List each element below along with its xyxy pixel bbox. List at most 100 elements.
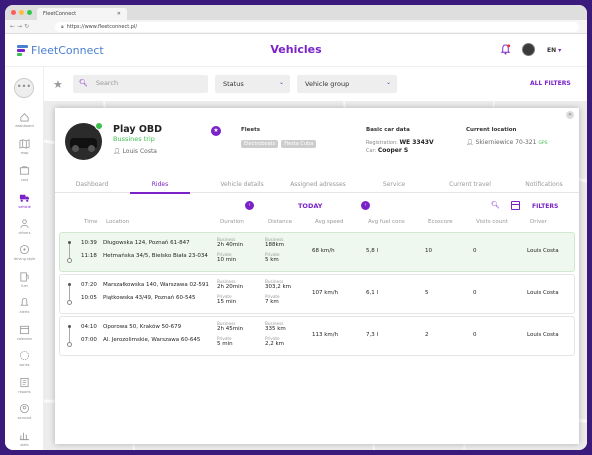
sidebar-item-label: vehicle [18, 205, 31, 209]
status-select-label: Status [223, 80, 244, 88]
vehicle-group-select[interactable]: Vehicle group ⌄ [297, 75, 397, 93]
trip-type: Bussines trip [113, 135, 155, 143]
ride-duration-private: 15 min [217, 299, 237, 305]
column-header-duration[interactable]: Duration [220, 219, 244, 225]
language-selector[interactable]: EN ▾ [547, 47, 561, 54]
lock-icon: 🔒︎ [61, 24, 64, 30]
tab-service[interactable]: Service [357, 181, 431, 188]
bell-icon [20, 297, 29, 306]
chevron-down-icon: ▾ [558, 47, 562, 54]
tab-assigned-adresses[interactable]: Assigned adresses [281, 181, 355, 188]
stats-icon [19, 432, 30, 441]
ride-driver[interactable]: Louis Costa [527, 290, 559, 296]
ride-row[interactable]: 07:20 10:05 Marszałkowska 140, Warszawa 02… [59, 274, 575, 314]
calendar-icon[interactable] [511, 201, 520, 210]
ride-row[interactable]: 04:10 07:00 Oporowa 50, Kraków 50-679 Al. J… [59, 316, 575, 356]
browser-tab[interactable]: FleetConnect ✕ [37, 8, 127, 20]
forward-icon[interactable]: → [17, 23, 24, 30]
ride-row[interactable]: 10:39 11:18 Długowska 124, Poznań 61-847 He… [59, 232, 575, 272]
map-icon [19, 139, 30, 149]
ride-end-location: Piątkowska 43/49, Poznań 60-545 [103, 295, 196, 301]
active-tab-indicator [130, 192, 190, 194]
sidebar-item-driving-style[interactable]: driving style [5, 244, 44, 261]
notification-bell-icon[interactable] [500, 44, 511, 55]
registration-label: Registration: [366, 140, 398, 146]
fleet-chip[interactable]: Electroboats [241, 140, 279, 148]
column-header-avg-speed[interactable]: Avg speed [315, 219, 344, 225]
timeline-line [69, 244, 70, 258]
zone-icon [19, 350, 30, 361]
sidebar-item-label: alerts [19, 310, 30, 314]
sidebar-item-cost[interactable]: cost [5, 165, 44, 182]
column-header-visits[interactable]: Visits count [476, 219, 508, 225]
close-panel-icon[interactable]: ✕ [566, 111, 574, 119]
ride-start-location: Oporowa 50, Kraków 50-679 [103, 324, 182, 330]
timeline-end-icon [67, 258, 72, 263]
user-avatar[interactable] [522, 43, 535, 56]
sidebar-item-calendar[interactable]: calendar [5, 324, 44, 341]
ride-avg-speed: 68 km/h [312, 248, 335, 254]
sidebar-item-alerts[interactable]: alerts [5, 297, 44, 314]
report-icon [20, 377, 29, 388]
all-filters-button[interactable]: ALL FILTERS [530, 80, 571, 87]
detail-tabs: Dashboard Rides Vehicle details Assigned… [55, 176, 581, 194]
browser-address-bar: ←→↻ 🔒︎ https://www.fleetconnect.pl/ [5, 20, 587, 34]
account-icon [19, 403, 30, 414]
ride-distance-business: 188km [265, 242, 285, 248]
sidebar-item-stats[interactable]: stats [5, 430, 44, 447]
ride-end-location: Al. Jerozolimskie, Warszawa 60-645 [103, 337, 201, 343]
ride-start-time: 10:39 [81, 240, 97, 246]
previous-day-button[interactable]: ‹ [245, 201, 254, 210]
ride-driver[interactable]: Louis Costa [527, 332, 559, 338]
search-input[interactable]: 🔍︎ Search [73, 75, 208, 93]
tab-vehicle-details[interactable]: Vehicle details [205, 181, 279, 188]
column-header-ecoscore[interactable]: Ecoscore [428, 219, 453, 225]
sidebar-item-label: account [17, 416, 32, 420]
sidebar-item-dashboard[interactable]: dashboard [5, 111, 44, 128]
rides-filters-button[interactable]: FILTERS [532, 203, 558, 210]
column-header-driver[interactable]: Driver [530, 219, 547, 225]
steering-icon [19, 244, 30, 255]
favorites-star-icon[interactable]: ★ [53, 78, 63, 91]
tab-dashboard[interactable]: Dashboard [55, 181, 129, 188]
column-header-time[interactable]: Time [84, 219, 97, 225]
sidebar-item-account[interactable]: account [5, 403, 44, 420]
fleet-chip[interactable]: Fiesta Cuba [281, 140, 317, 148]
favorite-star-icon[interactable]: ★ [211, 126, 221, 136]
tab-rides[interactable]: Rides [123, 181, 197, 188]
maximize-window-icon[interactable] [27, 10, 32, 15]
url-field[interactable]: 🔒︎ https://www.fleetconnect.pl/ [55, 22, 579, 32]
sidebar-item-vehicle[interactable]: vehicle [5, 192, 44, 209]
tab-notifications[interactable]: Notifications [507, 181, 581, 188]
date-label: TODAY [298, 202, 323, 210]
column-header-avg-fuel[interactable]: Avg fuel cons [368, 219, 405, 225]
close-window-icon[interactable] [11, 10, 16, 15]
ride-distance-private: 2,2 km [265, 341, 285, 347]
back-icon[interactable]: ← [10, 23, 17, 30]
sidebar-item-reports[interactable]: reports [5, 377, 44, 394]
sidebar-item-fuel[interactable]: fuel [5, 271, 44, 288]
sidebar-item-label: map [20, 151, 29, 155]
column-header-location[interactable]: Location [106, 219, 129, 225]
sidebar-menu-button[interactable]: ••• [14, 78, 34, 98]
sidebar-item-drivers[interactable]: drivers [5, 218, 44, 235]
car-value: Cooper S [377, 147, 409, 154]
chevron-down-icon: ⌄ [385, 79, 391, 86]
vehicle-detail-panel: ✕ Play OBD Bussines trip 👤︎ Louis Costa … [55, 108, 579, 444]
sidebar-item-zones[interactable]: zones [5, 350, 44, 367]
ride-duration-private: 10 min [217, 257, 237, 263]
sidebar-item-label: driving style [13, 257, 36, 261]
ride-driver[interactable]: Louis Costa [527, 248, 559, 254]
minimize-window-icon[interactable] [19, 10, 24, 15]
rides-search-icon[interactable]: 🔍︎ [491, 201, 500, 209]
status-select[interactable]: Status ⌄ [215, 75, 290, 93]
close-tab-icon[interactable]: ✕ [117, 11, 121, 17]
tab-current-travel[interactable]: Current travel [433, 181, 507, 188]
next-day-button[interactable]: › [361, 201, 370, 210]
reload-icon[interactable]: ↻ [24, 23, 31, 30]
registration-value: WE 3343V [399, 139, 434, 146]
car-model: Car: Cooper S [366, 147, 408, 154]
column-header-distance[interactable]: Distance [268, 219, 292, 225]
ride-avg-speed: 107 km/h [312, 290, 339, 296]
sidebar-item-map[interactable]: map [5, 138, 44, 155]
